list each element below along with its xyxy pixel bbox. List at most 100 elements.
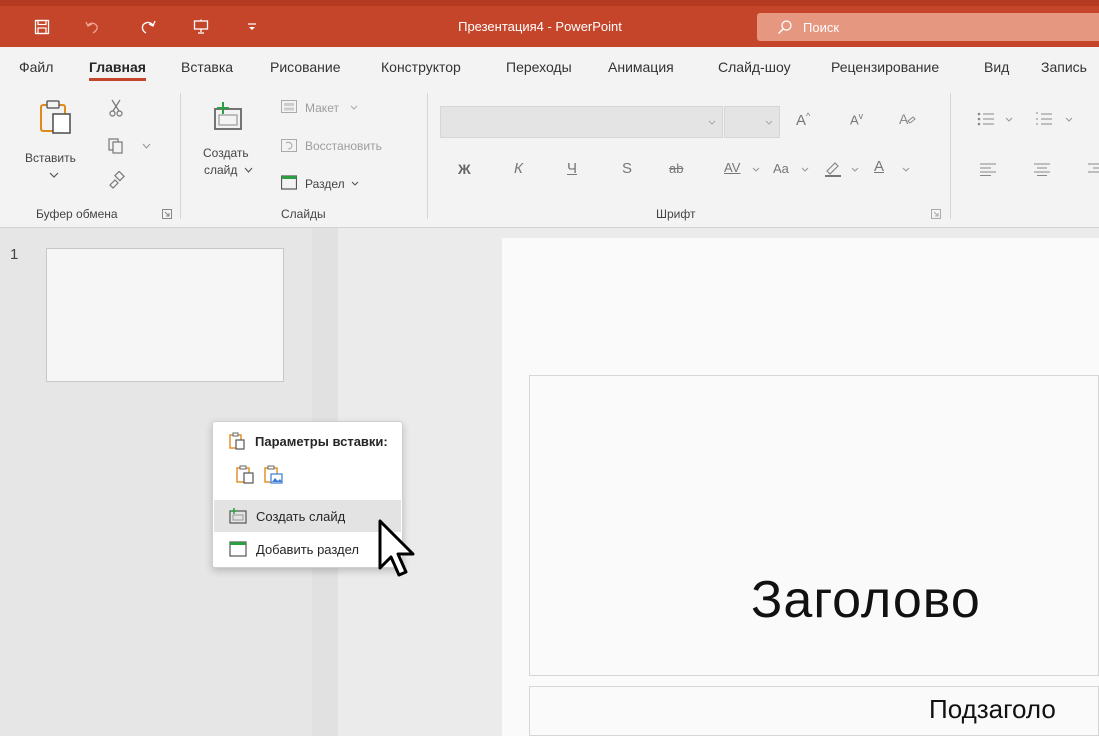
tab-record[interactable]: Запись	[1041, 47, 1087, 87]
paste-options-label: Параметры вставки:	[255, 433, 388, 449]
tab-slideshow[interactable]: Слайд-шоу	[718, 47, 791, 87]
font-group-label: Шрифт	[656, 207, 696, 221]
chevron-down-icon	[752, 167, 760, 172]
font-color-glyph: A	[874, 158, 885, 175]
customize-qat-icon	[248, 22, 256, 30]
tab-file[interactable]: Файл	[19, 47, 53, 87]
chevron-down-icon	[708, 120, 716, 125]
paste-keep-formatting-icon[interactable]	[235, 464, 255, 484]
ribbon-tabs: Файл Главная Вставка Рисование Конструкт…	[0, 47, 1099, 87]
separator	[180, 93, 181, 219]
align-left-icon[interactable]	[980, 163, 996, 176]
chevron-down-icon	[244, 167, 253, 173]
save-button[interactable]	[27, 6, 57, 47]
tab-home[interactable]: Главная	[89, 47, 146, 87]
start-presentation-icon	[193, 19, 209, 34]
increase-font-size-button[interactable]: A^	[796, 111, 810, 129]
mouse-cursor-icon	[378, 519, 415, 577]
redo-icon	[141, 20, 156, 34]
chevron-down-icon[interactable]	[1005, 117, 1013, 123]
svg-text:A: A	[899, 111, 909, 127]
new-slide-icon	[214, 102, 242, 130]
section-label: Раздел	[305, 177, 345, 191]
tab-view[interactable]: Вид	[984, 47, 1009, 87]
tab-design[interactable]: Конструктор	[381, 47, 461, 87]
paste-options-header: Параметры вставки:	[229, 432, 388, 450]
redo-button[interactable]	[133, 6, 163, 47]
context-menu: Параметры вставки: Создать слайд Добавит…	[212, 421, 403, 568]
paste-icon	[229, 432, 245, 450]
font-name-select[interactable]	[440, 106, 723, 138]
chevron-down-icon	[350, 105, 358, 110]
chevron-down-icon	[351, 181, 359, 186]
title-text: Заголово	[751, 571, 981, 629]
undo-button[interactable]	[77, 6, 107, 47]
new-slide-menu-item[interactable]: Создать слайд	[214, 500, 401, 532]
subtitle-text: Подзаголо	[929, 694, 1056, 724]
paste-label: Вставить	[25, 151, 76, 165]
cut-icon[interactable]	[109, 99, 123, 117]
separator	[427, 93, 428, 219]
tab-animations[interactable]: Анимация	[608, 47, 674, 87]
align-right-icon[interactable]	[1088, 163, 1099, 176]
format-painter-icon[interactable]	[107, 171, 125, 189]
start-presentation-button[interactable]	[186, 6, 216, 47]
search-box[interactable]: Поиск	[757, 13, 1099, 41]
new-slide-label-line2: слайд	[204, 163, 238, 177]
chevron-down-icon	[765, 120, 773, 125]
layout-label: Макет	[305, 101, 339, 115]
clear-formatting-icon[interactable]: A	[898, 111, 916, 127]
slide-thumbnail[interactable]	[46, 248, 284, 382]
numbering-icon[interactable]	[1035, 112, 1053, 126]
copy-dropdown-icon[interactable]	[142, 143, 151, 150]
ribbon: Вставить Буфер обмена Создать слайд Маке…	[0, 87, 1099, 228]
title-placeholder[interactable]	[529, 375, 1099, 676]
paste-as-picture-icon[interactable]	[263, 464, 283, 484]
tab-draw[interactable]: Рисование	[270, 47, 341, 87]
align-center-icon[interactable]	[1034, 163, 1050, 176]
customize-qat-button[interactable]	[237, 6, 267, 47]
bullets-icon[interactable]	[977, 112, 995, 126]
new-slide-icon	[229, 508, 247, 524]
paste-icon	[40, 100, 71, 134]
decrease-font-glyph: A	[850, 112, 859, 128]
slide-number: 1	[10, 246, 19, 263]
chevron-down-icon	[902, 167, 910, 172]
decrease-font-size-button[interactable]: Av	[850, 111, 863, 127]
clipboard-group-label: Буфер обмена	[36, 207, 118, 221]
new-slide-label-line1: Создать	[203, 146, 249, 160]
slides-group-label: Слайды	[281, 207, 326, 221]
highlighter-icon	[825, 162, 841, 177]
tab-transitions[interactable]: Переходы	[506, 47, 572, 87]
add-section-menu-label: Добавить раздел	[256, 541, 360, 557]
clipboard-dialog-launcher-icon[interactable]	[162, 209, 172, 219]
change-case-glyph: Aa	[773, 161, 789, 176]
chevron-down-icon[interactable]	[1065, 117, 1073, 123]
new-slide-menu-label: Создать слайд	[256, 508, 346, 524]
chevron-down-icon	[851, 167, 859, 172]
increase-font-glyph: A	[796, 112, 807, 129]
copy-icon[interactable]	[108, 138, 124, 154]
section-icon	[281, 175, 297, 190]
chevron-down-icon	[801, 167, 809, 172]
font-dialog-launcher-icon[interactable]	[931, 209, 941, 219]
character-spacing-glyph: AV	[724, 160, 741, 175]
save-icon	[34, 19, 50, 34]
undo-icon	[85, 21, 98, 34]
reset-icon	[281, 139, 297, 152]
reset-label: Восстановить	[305, 139, 382, 153]
strikethrough-button[interactable]: ab	[669, 161, 683, 176]
font-size-select[interactable]	[724, 106, 780, 138]
layout-icon	[281, 100, 297, 113]
tab-insert[interactable]: Вставка	[181, 47, 233, 87]
search-icon	[778, 20, 792, 34]
separator	[950, 93, 951, 219]
tab-review[interactable]: Рецензирование	[831, 47, 939, 87]
italic-button[interactable]: К	[514, 160, 523, 177]
add-section-menu-item[interactable]: Добавить раздел	[214, 533, 401, 565]
bold-button[interactable]: Ж	[458, 161, 471, 177]
title-bar: Презентация4 - PowerPoint Поиск	[0, 0, 1099, 47]
underline-button[interactable]: Ч	[567, 160, 577, 177]
search-placeholder: Поиск	[803, 19, 840, 35]
text-shadow-button[interactable]: S	[622, 160, 632, 177]
